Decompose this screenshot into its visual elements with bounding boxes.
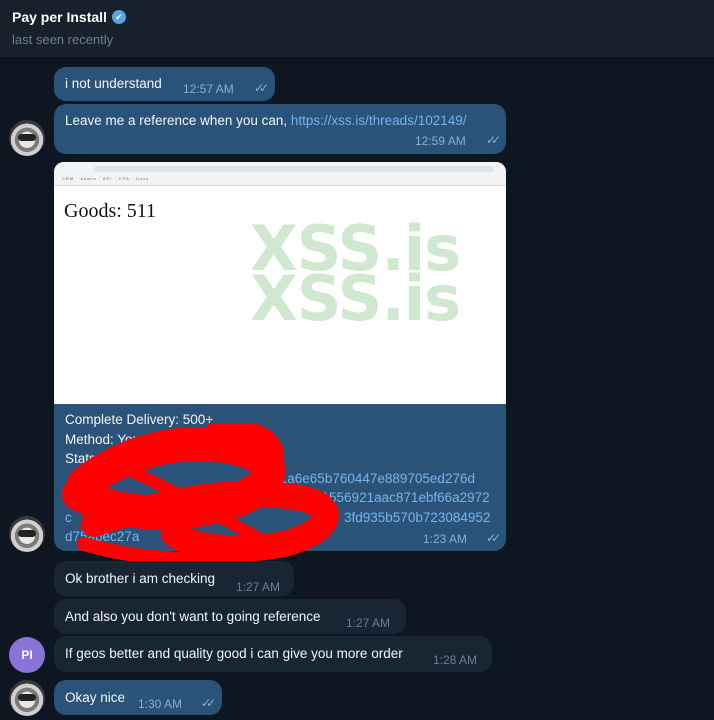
read-receipt-icon: ✓✓ bbox=[201, 696, 216, 710]
message-text: Leave me a reference when you can, bbox=[65, 113, 291, 128]
message-text: Ok brother i am checking bbox=[65, 571, 216, 586]
watermark: XSS.is bbox=[250, 262, 461, 335]
chat-header[interactable]: Pay per Install ✔ last seen recently bbox=[0, 0, 714, 58]
stats-hash-line[interactable]: b8f1a6e65b760447e889705ed276d bbox=[65, 469, 496, 489]
avatar[interactable]: PI bbox=[9, 637, 45, 673]
message-time: 1:30 AM bbox=[138, 697, 183, 711]
read-receipt-icon: ✓✓ bbox=[486, 531, 501, 545]
avatar[interactable] bbox=[9, 680, 45, 716]
contact-status: last seen recently bbox=[12, 32, 114, 47]
message-time: 12:59 AM bbox=[415, 134, 466, 148]
read-receipt-icon: ✓✓ bbox=[486, 133, 501, 147]
hash-prefix: c bbox=[65, 509, 72, 525]
message-bubble[interactable]: Okay nice 1:30 AM ✓✓ bbox=[54, 680, 222, 715]
contact-name: Pay per Install bbox=[12, 9, 107, 25]
avatar[interactable] bbox=[9, 120, 45, 156]
goods-count: Goods: 511 bbox=[64, 200, 157, 222]
message-list[interactable]: i not understand 12:57 AM ✓✓ Leave me a … bbox=[0, 58, 714, 720]
message-time: 1:28 AM bbox=[433, 653, 478, 667]
chat-title[interactable]: Pay per Install ✔ bbox=[12, 9, 126, 25]
message-bubble[interactable]: If geos better and quality good i can gi… bbox=[54, 636, 492, 672]
message-time: 1:27 AM bbox=[346, 616, 391, 630]
message-bubble[interactable]: Ok brother i am checking 1:27 AM bbox=[54, 561, 294, 596]
message-bubble[interactable]: i not understand 12:57 AM ✓✓ bbox=[54, 67, 275, 101]
hash-fragment: a7956dc bbox=[145, 509, 197, 525]
message-bubble[interactable]: Complete Delivery: 500+ Method: Your Sta… bbox=[54, 404, 506, 551]
method-line: Method: Your Stats bbox=[65, 431, 180, 447]
message-text: If geos better and quality good i can gi… bbox=[65, 646, 403, 661]
stats-hash-line[interactable]: c a7956dc 3fd935b570b723084952 bbox=[65, 508, 496, 528]
stats-label: Stats: bbox=[65, 451, 100, 466]
delivery-line: Complete Delivery: 500+ bbox=[65, 412, 214, 427]
message-time: 1:23 AM bbox=[423, 532, 468, 546]
hash-fragment: 3fd935b570b723084952 bbox=[344, 509, 491, 525]
message-text: i not understand bbox=[65, 76, 162, 91]
browser-url-bar bbox=[94, 166, 494, 172]
read-receipt-icon: ✓✓ bbox=[254, 81, 269, 95]
message-time: 1:27 AM bbox=[236, 580, 281, 594]
stats-hash-line[interactable]: ed41556921aac871ebf66a2972 bbox=[65, 488, 496, 508]
message-time: 12:57 AM bbox=[183, 82, 234, 96]
message-bubble[interactable]: Leave me a reference when you can, https… bbox=[54, 104, 506, 154]
avatar[interactable] bbox=[9, 516, 45, 552]
screenshot-image[interactable]: CRM · admin · API · CPA · Docs Goods: 51… bbox=[54, 162, 506, 404]
browser-toolbar: CRM · admin · API · CPA · Docs bbox=[54, 162, 506, 186]
message-bubble[interactable]: And also you don't want to going referen… bbox=[54, 599, 406, 634]
thread-link[interactable]: https://xss.is/threads/102149/ bbox=[291, 113, 467, 128]
verified-badge-icon: ✔ bbox=[111, 10, 126, 24]
message-text: And also you don't want to going referen… bbox=[65, 609, 321, 624]
bookmarks-bar: CRM · admin · API · CPA · Docs bbox=[62, 176, 150, 181]
message-text: Okay nice bbox=[65, 690, 126, 705]
